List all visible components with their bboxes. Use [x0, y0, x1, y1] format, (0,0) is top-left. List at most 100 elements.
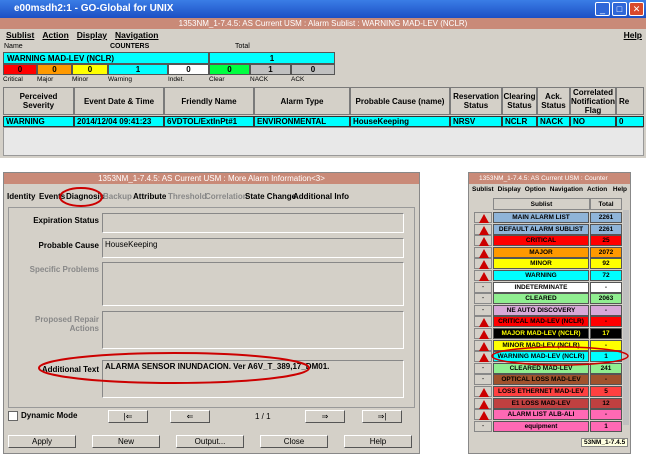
specific-problems-field[interactable] [102, 262, 404, 306]
counter-row-name[interactable]: E1 LOSS MAD-LEV [493, 397, 589, 409]
menu-navigation[interactable]: Navigation [115, 29, 158, 42]
proposed-repair-field[interactable] [102, 311, 404, 349]
counter-row[interactable]: - CLEARED 2063 [474, 293, 622, 305]
close-detail-button[interactable]: Close [260, 435, 328, 448]
counter-row-name[interactable]: OPTICAL LOSS MAD-LEV [493, 374, 589, 386]
counter-menu-navigation[interactable]: Navigation [550, 184, 583, 195]
tab-threshold[interactable]: Threshold [168, 190, 207, 203]
col-perceived-severity[interactable]: Perceived Severity [3, 87, 74, 115]
warning-triangle-shape [479, 318, 489, 328]
menu-sublist[interactable]: Sublist [6, 29, 34, 42]
warning-count: 1 [108, 64, 168, 75]
maximize-button[interactable]: □ [612, 2, 627, 16]
dynamic-mode-checkbox[interactable] [8, 411, 18, 421]
counter-row[interactable]: LOSS ETHERNET MAD-LEV 5 [474, 386, 622, 397]
counter-row[interactable]: WARNING 72 [474, 270, 622, 281]
counter-row[interactable]: - OPTICAL LOSS MAD-LEV - [474, 374, 622, 386]
page-indicator: 1 / 1 [255, 412, 271, 421]
cell-event-date[interactable]: 2014/12/04 09:41:23 [74, 116, 164, 127]
counter-row[interactable]: DEFAULT ALARM SUBLIST 2261 [474, 223, 622, 235]
counter-menu-action[interactable]: Action [587, 184, 607, 195]
counter-row-name[interactable]: CRITICAL [493, 235, 589, 247]
cell-ack[interactable]: NACK [537, 116, 570, 127]
counter-row[interactable]: - INDETERMINATE - [474, 281, 622, 293]
col-event-date[interactable]: Event Date & Time [74, 87, 164, 115]
counter-menu-sublist[interactable]: Sublist [472, 184, 494, 195]
cell-probable-cause[interactable]: HouseKeeping [350, 116, 450, 127]
cell-reservation[interactable]: NRSV [450, 116, 502, 127]
counter-row-name[interactable]: MINOR [493, 258, 589, 270]
counter-menu-help[interactable]: Help [613, 184, 627, 195]
counter-row[interactable]: MAJOR MAD-LEV (NCLR) 17 [474, 328, 622, 339]
counter-row-total: 2063 [590, 293, 622, 305]
close-button[interactable]: ✕ [629, 2, 644, 16]
cell-alarm-type[interactable]: ENVIRONMENTAL [254, 116, 350, 127]
output-button[interactable]: Output... [176, 435, 244, 448]
counter-row[interactable]: CRITICAL 25 [474, 235, 622, 247]
counter-row-name[interactable]: CLEARED [493, 293, 589, 305]
tab-identity[interactable]: Identity [7, 190, 35, 203]
counter-row-name[interactable]: INDETERMINATE [493, 281, 589, 293]
counter-row[interactable]: - equipment 1 [474, 420, 622, 432]
tab-additional-info[interactable]: Additional Info [293, 190, 349, 203]
menu-display[interactable]: Display [77, 29, 107, 42]
indeterminate-count: 0 [168, 64, 209, 75]
total-header: Total [235, 43, 250, 50]
counter-menu-display[interactable]: Display [498, 184, 521, 195]
counter-row-name[interactable]: MAIN ALARM LIST [493, 212, 589, 223]
cell-correlated[interactable]: NO [570, 116, 616, 127]
tab-backup[interactable]: Backup [103, 190, 132, 203]
tab-correlation[interactable]: Correlation [205, 190, 248, 203]
minimize-button[interactable]: _ [595, 2, 610, 16]
col-correlated-flag[interactable]: Correlated Notification Flag [570, 87, 616, 115]
apply-button[interactable]: Apply [8, 435, 76, 448]
first-page-button[interactable]: |⇐ [108, 410, 148, 423]
counter-row-name[interactable]: MAJOR [493, 246, 589, 258]
counter-row[interactable]: MINOR 92 [474, 258, 622, 270]
counter-row-name[interactable]: LOSS ETHERNET MAD-LEV [493, 386, 589, 397]
help-button[interactable]: Help [344, 435, 412, 448]
col-clearing-status[interactable]: Clearing Status [502, 87, 537, 115]
col-alarm-type[interactable]: Alarm Type [254, 87, 350, 115]
new-button[interactable]: New [92, 435, 160, 448]
cell-clearing[interactable]: NCLR [502, 116, 537, 127]
expiration-status-field[interactable] [102, 213, 404, 233]
next-page-button[interactable]: ⇒ [305, 410, 345, 423]
counter-row-total: - [590, 316, 622, 328]
counter-row-name[interactable]: MAJOR MAD-LEV (NCLR) [493, 328, 589, 339]
specific-problems-label: Specific Problems [29, 265, 99, 274]
counter-row[interactable]: CRITICAL MAD-LEV (NCLR) - [474, 316, 622, 328]
last-page-button[interactable]: ⇒| [362, 410, 402, 423]
counter-row-name[interactable]: WARNING [493, 270, 589, 281]
counter-menu-bar: Sublist Display Option Navigation Action… [469, 184, 630, 195]
counter-row[interactable]: MAJOR 2072 [474, 246, 622, 258]
counter-row[interactable]: MAIN ALARM LIST 2261 [474, 212, 622, 223]
col-re[interactable]: Re [616, 87, 644, 115]
col-friendly-name[interactable]: Friendly Name [164, 87, 254, 115]
cell-friendly-name[interactable]: 6VDTOL/ExtInPt#1 [164, 116, 254, 127]
counter-row[interactable]: E1 LOSS MAD-LEV 12 [474, 397, 622, 409]
counter-row-name[interactable]: ALARM LIST ALB-ALI [493, 409, 589, 421]
counter-menu-option[interactable]: Option [525, 184, 546, 195]
counter-row-name[interactable]: equipment [493, 420, 589, 432]
warning-triangle-shape [479, 248, 489, 258]
counter-row[interactable]: ALARM LIST ALB-ALI - [474, 409, 622, 421]
counter-row-name[interactable]: CRITICAL MAD-LEV (NCLR) [493, 316, 589, 328]
tab-attribute[interactable]: Attribute [133, 190, 166, 203]
menu-action[interactable]: Action [42, 29, 68, 42]
cell-re[interactable]: 0 [616, 116, 644, 127]
col-probable-cause[interactable]: Probable Cause (name) [350, 87, 450, 115]
counter-scrollbar[interactable] [623, 210, 629, 425]
counter-row[interactable]: - NE AUTO DISCOVERY - [474, 304, 622, 316]
menu-help[interactable]: Help [624, 29, 642, 42]
counter-row-name[interactable]: NE AUTO DISCOVERY [493, 304, 589, 316]
sublist-col-header[interactable]: Sublist [493, 198, 590, 210]
col-ack-status[interactable]: Ack. Status [537, 87, 570, 115]
col-reservation-status[interactable]: Reservation Status [450, 87, 502, 115]
cell-severity[interactable]: WARNING [3, 116, 74, 127]
probable-cause-field[interactable]: HouseKeeping [102, 238, 404, 258]
tab-state-change[interactable]: State Change [245, 190, 296, 203]
counter-row-name[interactable]: DEFAULT ALARM SUBLIST [493, 223, 589, 235]
prev-page-button[interactable]: ⇐ [170, 410, 210, 423]
total-col-header[interactable]: Total [590, 198, 622, 210]
